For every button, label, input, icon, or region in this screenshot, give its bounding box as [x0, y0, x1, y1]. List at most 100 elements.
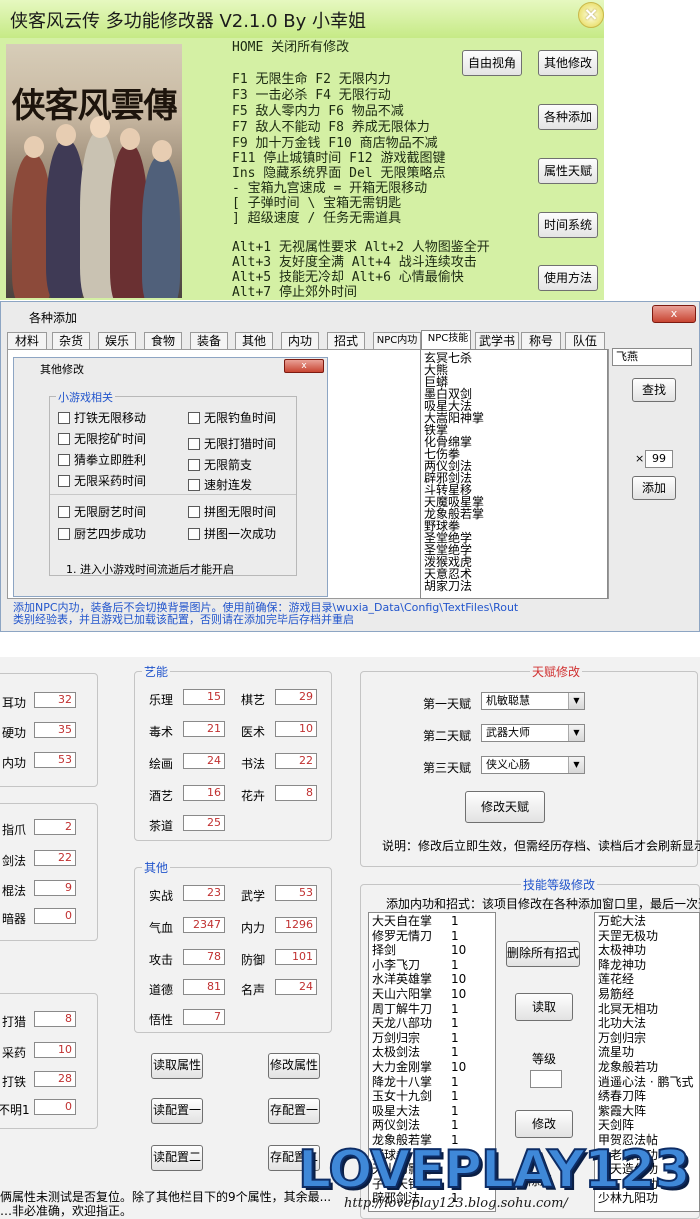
read-attributes-button[interactable]: 读取属性 — [151, 1053, 203, 1079]
checkbox-box[interactable] — [58, 454, 70, 466]
usage-button[interactable]: 使用方法 — [538, 265, 598, 291]
field-value[interactable]: 32 — [34, 692, 76, 708]
checkbox-box[interactable] — [58, 528, 70, 540]
npc-skill-list[interactable]: 玄冥七杀 大熊 巨蟒 墨白双剑 吸星大法 大嵩阳神掌 铁掌 化骨绵掌 七伤拳 两… — [420, 349, 608, 599]
tab-martial-books[interactable]: 武学书 — [475, 332, 519, 350]
field-value[interactable]: 53 — [275, 885, 317, 901]
field-value[interactable]: 8 — [34, 1011, 76, 1027]
tab-food[interactable]: 食物 — [144, 332, 182, 350]
field-value[interactable]: 10 — [34, 1042, 76, 1058]
checkbox-infinite-arrows[interactable]: 无限箭支 — [188, 456, 252, 473]
close-button[interactable]: x — [652, 305, 696, 323]
tab-npc-inner[interactable]: NPC内功 — [373, 332, 421, 350]
tab-entertain[interactable]: 娱乐 — [98, 332, 136, 350]
checkbox-box[interactable] — [188, 479, 200, 491]
load-config-2-button[interactable]: 读配置二 — [151, 1145, 203, 1171]
checkbox-mining-time[interactable]: 无限挖矿时间 — [58, 430, 146, 447]
read-skill-button[interactable]: 读取 — [515, 993, 573, 1021]
checkbox-fishing-time[interactable]: 无限钓鱼时间 — [188, 409, 276, 426]
skill-option[interactable]: 降龙神功 — [598, 959, 646, 971]
field-value[interactable]: 24 — [275, 979, 317, 995]
skill-name[interactable]: 天龙八部功 — [372, 1017, 432, 1029]
talent-select-3[interactable]: 侠义心肠 ▼ — [481, 756, 585, 774]
time-system-button[interactable]: 时间系统 — [538, 212, 598, 238]
field-value[interactable]: 2347 — [183, 917, 225, 933]
checkbox-box[interactable] — [188, 528, 200, 540]
skill-option[interactable]: 万剑归宗 — [598, 1032, 646, 1044]
field-value[interactable]: 25 — [183, 815, 225, 831]
skill-option[interactable]: 易筋经 — [598, 988, 634, 1000]
field-value[interactable]: 28 — [34, 1071, 76, 1087]
checkbox-rapid-fire[interactable]: 速射连发 — [188, 476, 252, 493]
checkbox-box[interactable] — [58, 475, 70, 487]
tab-inner-art[interactable]: 内功 — [281, 332, 319, 350]
talent-select-2[interactable]: 武器大师 ▼ — [481, 724, 585, 742]
free-view-button[interactable]: 自由视角 — [462, 50, 522, 76]
list-item[interactable]: 胡家刀法 — [424, 580, 472, 592]
skill-option[interactable]: 紫霞大阵 — [598, 1105, 646, 1117]
checkbox-hunting-time[interactable]: 无限打猎时间 — [188, 435, 276, 452]
skill-option[interactable]: 天罡无极功 — [598, 930, 658, 942]
field-value[interactable]: 0 — [34, 908, 76, 924]
modify-talent-button[interactable]: 修改天赋 — [465, 791, 545, 823]
field-value[interactable]: 0 — [34, 1099, 76, 1115]
field-value[interactable]: 10 — [275, 721, 317, 737]
tab-misc[interactable]: 杂货 — [52, 332, 90, 350]
field-value[interactable]: 2 — [34, 819, 76, 835]
find-button[interactable]: 查找 — [632, 378, 676, 402]
field-value[interactable]: 101 — [275, 949, 317, 965]
checkbox-box[interactable] — [188, 506, 200, 518]
tab-titles[interactable]: 称号 — [521, 332, 561, 350]
checkbox-box[interactable] — [58, 506, 70, 518]
skill-name[interactable]: 大力金刚掌 — [372, 1061, 432, 1073]
field-value[interactable]: 81 — [183, 979, 225, 995]
skill-option[interactable]: 北功大法 — [598, 1017, 646, 1029]
tab-equipment[interactable]: 装备 — [190, 332, 228, 350]
skill-name[interactable]: 玉女十九剑 — [372, 1090, 432, 1102]
search-input[interactable]: 飞燕 — [612, 348, 692, 366]
checkbox-box[interactable] — [188, 412, 200, 424]
skill-name[interactable]: 降龙十八掌 — [372, 1076, 432, 1088]
field-value[interactable]: 15 — [183, 689, 225, 705]
skill-option[interactable]: 绣春刀阵 — [598, 1090, 646, 1102]
checkbox-box[interactable] — [58, 412, 70, 424]
skill-name[interactable]: 吸星大法 — [372, 1105, 420, 1117]
field-value[interactable]: 23 — [183, 885, 225, 901]
chevron-down-icon[interactable]: ▼ — [568, 693, 584, 709]
close-button[interactable]: x — [284, 359, 324, 373]
checkbox-cooking-4step[interactable]: 厨艺四步成功 — [58, 525, 146, 542]
field-value[interactable]: 53 — [34, 752, 76, 768]
add-button[interactable]: 添加 — [632, 476, 676, 500]
skill-name[interactable]: 水洋英雄掌 — [372, 973, 432, 985]
quantity-field[interactable]: 99 — [645, 450, 673, 468]
checkbox-rps-win[interactable]: 猜拳立即胜利 — [58, 451, 146, 468]
skill-option[interactable]: 太极神功 — [598, 944, 646, 956]
skill-name[interactable]: 太极剑法 — [372, 1046, 420, 1058]
field-value[interactable]: 22 — [275, 753, 317, 769]
attr-talent-button[interactable]: 属性天赋 — [538, 158, 598, 184]
checkbox-cooking-time[interactable]: 无限厨艺时间 — [58, 503, 146, 520]
field-value[interactable]: 78 — [183, 949, 225, 965]
tab-npc-skills[interactable]: NPC技能 — [421, 330, 471, 350]
skill-name[interactable]: 天山六阳掌 — [372, 988, 432, 1000]
field-value[interactable]: 24 — [183, 753, 225, 769]
skill-option[interactable]: 流星功 — [598, 1046, 634, 1058]
checkbox-box[interactable] — [58, 433, 70, 445]
level-field[interactable] — [530, 1070, 562, 1088]
chevron-down-icon[interactable]: ▼ — [568, 757, 584, 773]
field-value[interactable]: 1296 — [275, 917, 317, 933]
skill-name[interactable]: 大天自在掌 — [372, 915, 432, 927]
skill-name[interactable]: 周丁解牛刀 — [372, 1003, 432, 1015]
chevron-down-icon[interactable]: ▼ — [568, 725, 584, 741]
field-value[interactable]: 21 — [183, 721, 225, 737]
field-value[interactable]: 8 — [275, 785, 317, 801]
skill-option[interactable]: 万蛇大法 — [598, 915, 646, 927]
tab-other[interactable]: 其他 — [235, 332, 273, 350]
tab-materials[interactable]: 材料 — [7, 332, 47, 350]
skill-name[interactable]: 小李飞刀 — [372, 959, 420, 971]
checkbox-box[interactable] — [188, 459, 200, 471]
modify-attributes-button[interactable]: 修改属性 — [268, 1053, 320, 1079]
save-config-1-button[interactable]: 存配置一 — [268, 1098, 320, 1124]
skill-option[interactable]: 龙象般若功 — [598, 1061, 658, 1073]
tab-team[interactable]: 队伍 — [565, 332, 605, 350]
